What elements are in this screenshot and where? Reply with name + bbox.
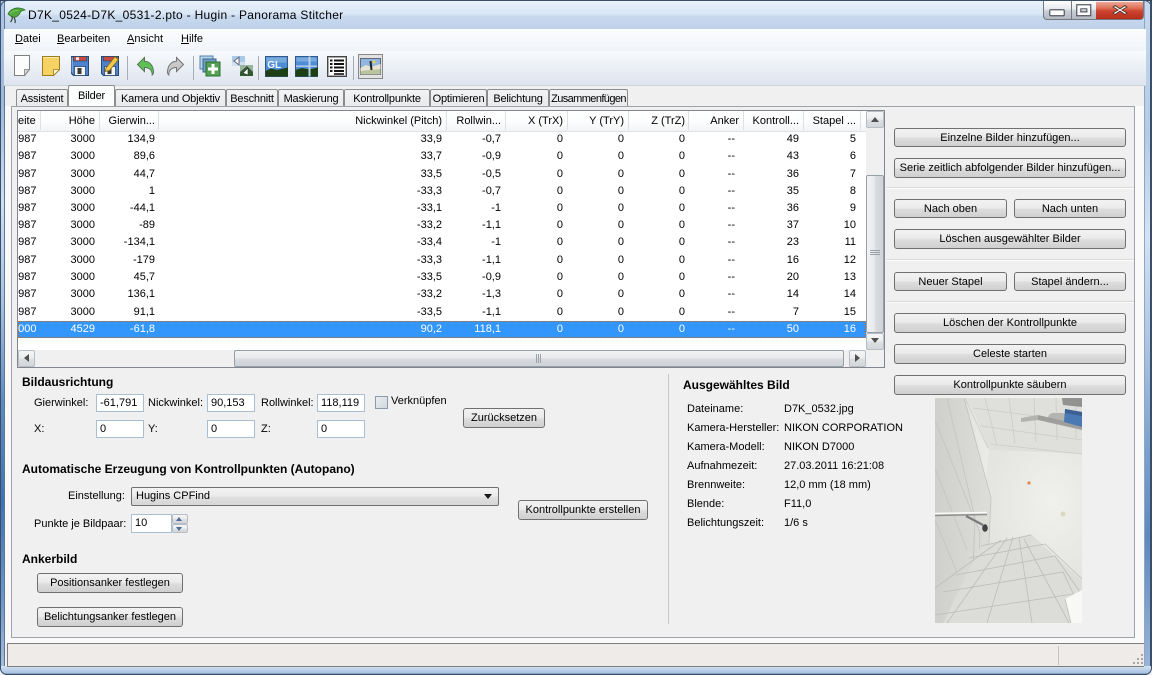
- svg-text:GL: GL: [267, 60, 281, 71]
